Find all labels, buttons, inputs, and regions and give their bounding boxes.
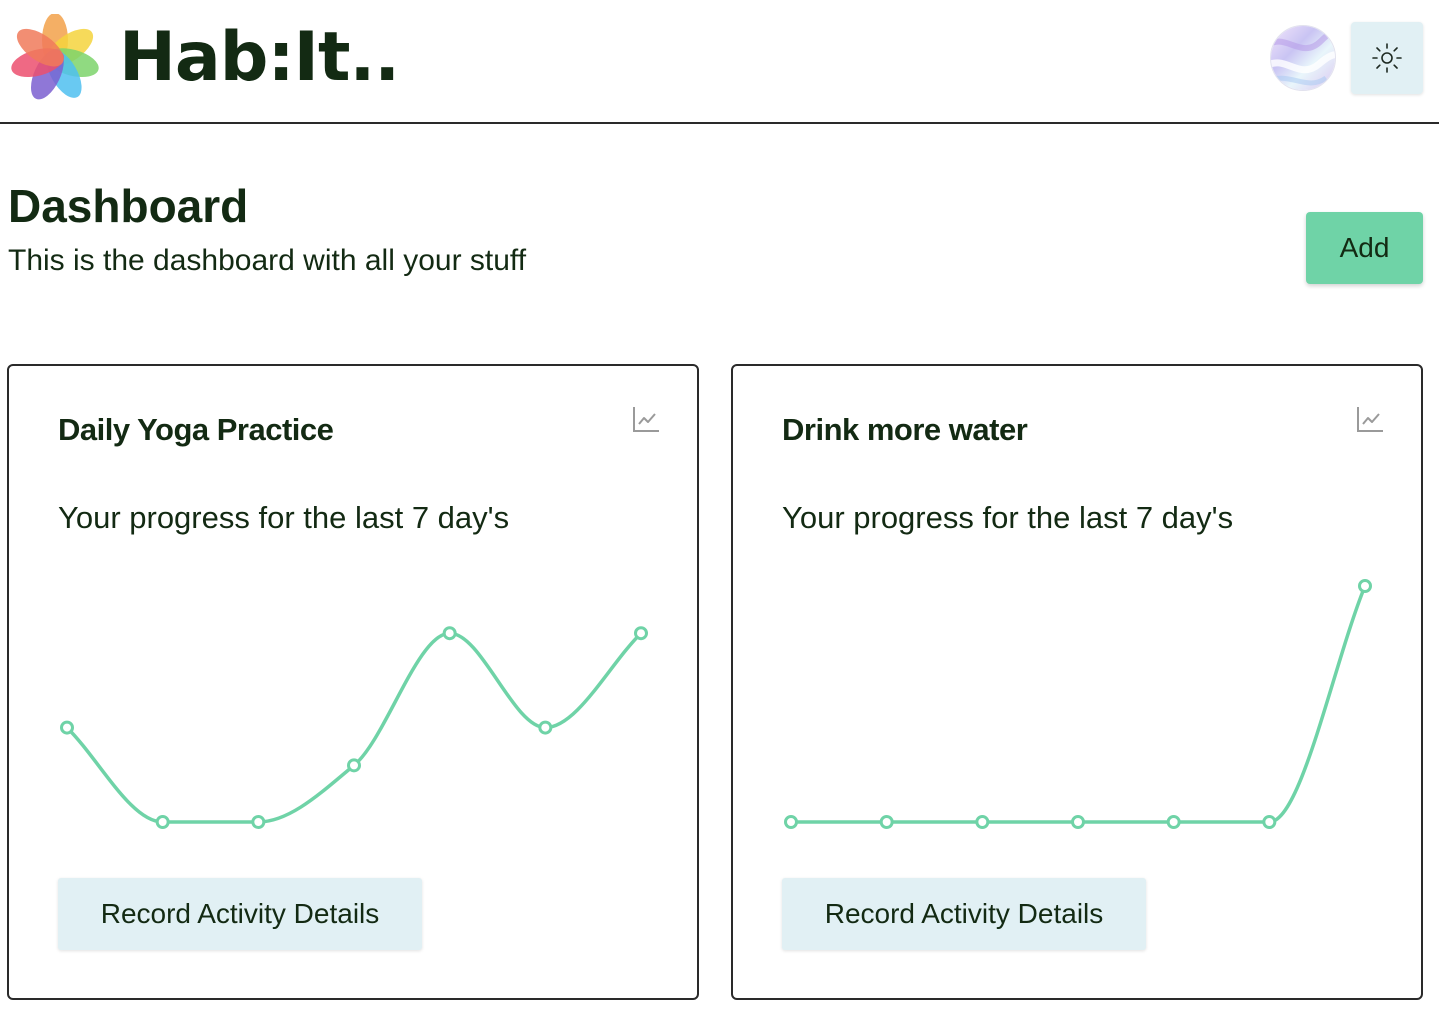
- line-chart-icon[interactable]: [1355, 404, 1385, 434]
- habit-card: Drink more water Your progress for the l…: [731, 364, 1423, 1000]
- data-point[interactable]: [634, 626, 648, 641]
- habit-title: Drink more water: [782, 412, 1028, 447]
- record-activity-button[interactable]: Record Activity Details: [58, 878, 422, 950]
- progress-chart: [784, 579, 1372, 829]
- user-avatar[interactable]: [1270, 25, 1336, 91]
- progress-chart: [60, 626, 648, 829]
- line-chart-icon[interactable]: [631, 404, 661, 434]
- holographic-avatar: [1271, 26, 1335, 90]
- data-point[interactable]: [251, 815, 266, 829]
- data-point[interactable]: [879, 815, 894, 829]
- habit-subtitle: Your progress for the last 7 day's: [58, 500, 510, 535]
- page-title: Dashboard: [8, 180, 249, 232]
- data-point[interactable]: [155, 815, 170, 829]
- data-point[interactable]: [1358, 579, 1372, 593]
- flower-logo-icon[interactable]: [6, 14, 104, 102]
- data-point[interactable]: [538, 720, 553, 735]
- data-point[interactable]: [1071, 815, 1085, 829]
- data-point[interactable]: [975, 815, 990, 829]
- series-line: [790, 585, 1367, 824]
- series-line: [65, 631, 643, 824]
- data-point[interactable]: [784, 815, 798, 829]
- habit-title: Daily Yoga Practice: [58, 412, 334, 447]
- data-point[interactable]: [1166, 815, 1181, 829]
- habit-card: Daily Yoga Practice Your progress for th…: [7, 364, 699, 1000]
- sun-icon: [1372, 43, 1402, 73]
- page-subtitle: This is the dashboard with all your stuf…: [8, 244, 527, 277]
- theme-toggle-button[interactable]: [1351, 22, 1423, 94]
- habit-subtitle: Your progress for the last 7 day's: [782, 500, 1234, 535]
- app-header: Hab:It..: [0, 0, 1439, 124]
- add-button[interactable]: Add: [1306, 212, 1423, 284]
- record-activity-button[interactable]: Record Activity Details: [782, 878, 1146, 950]
- brand-title[interactable]: Hab:It..: [119, 14, 400, 102]
- data-point[interactable]: [347, 758, 361, 773]
- data-point[interactable]: [60, 720, 74, 735]
- data-point[interactable]: [1262, 815, 1277, 829]
- data-point[interactable]: [442, 626, 457, 641]
